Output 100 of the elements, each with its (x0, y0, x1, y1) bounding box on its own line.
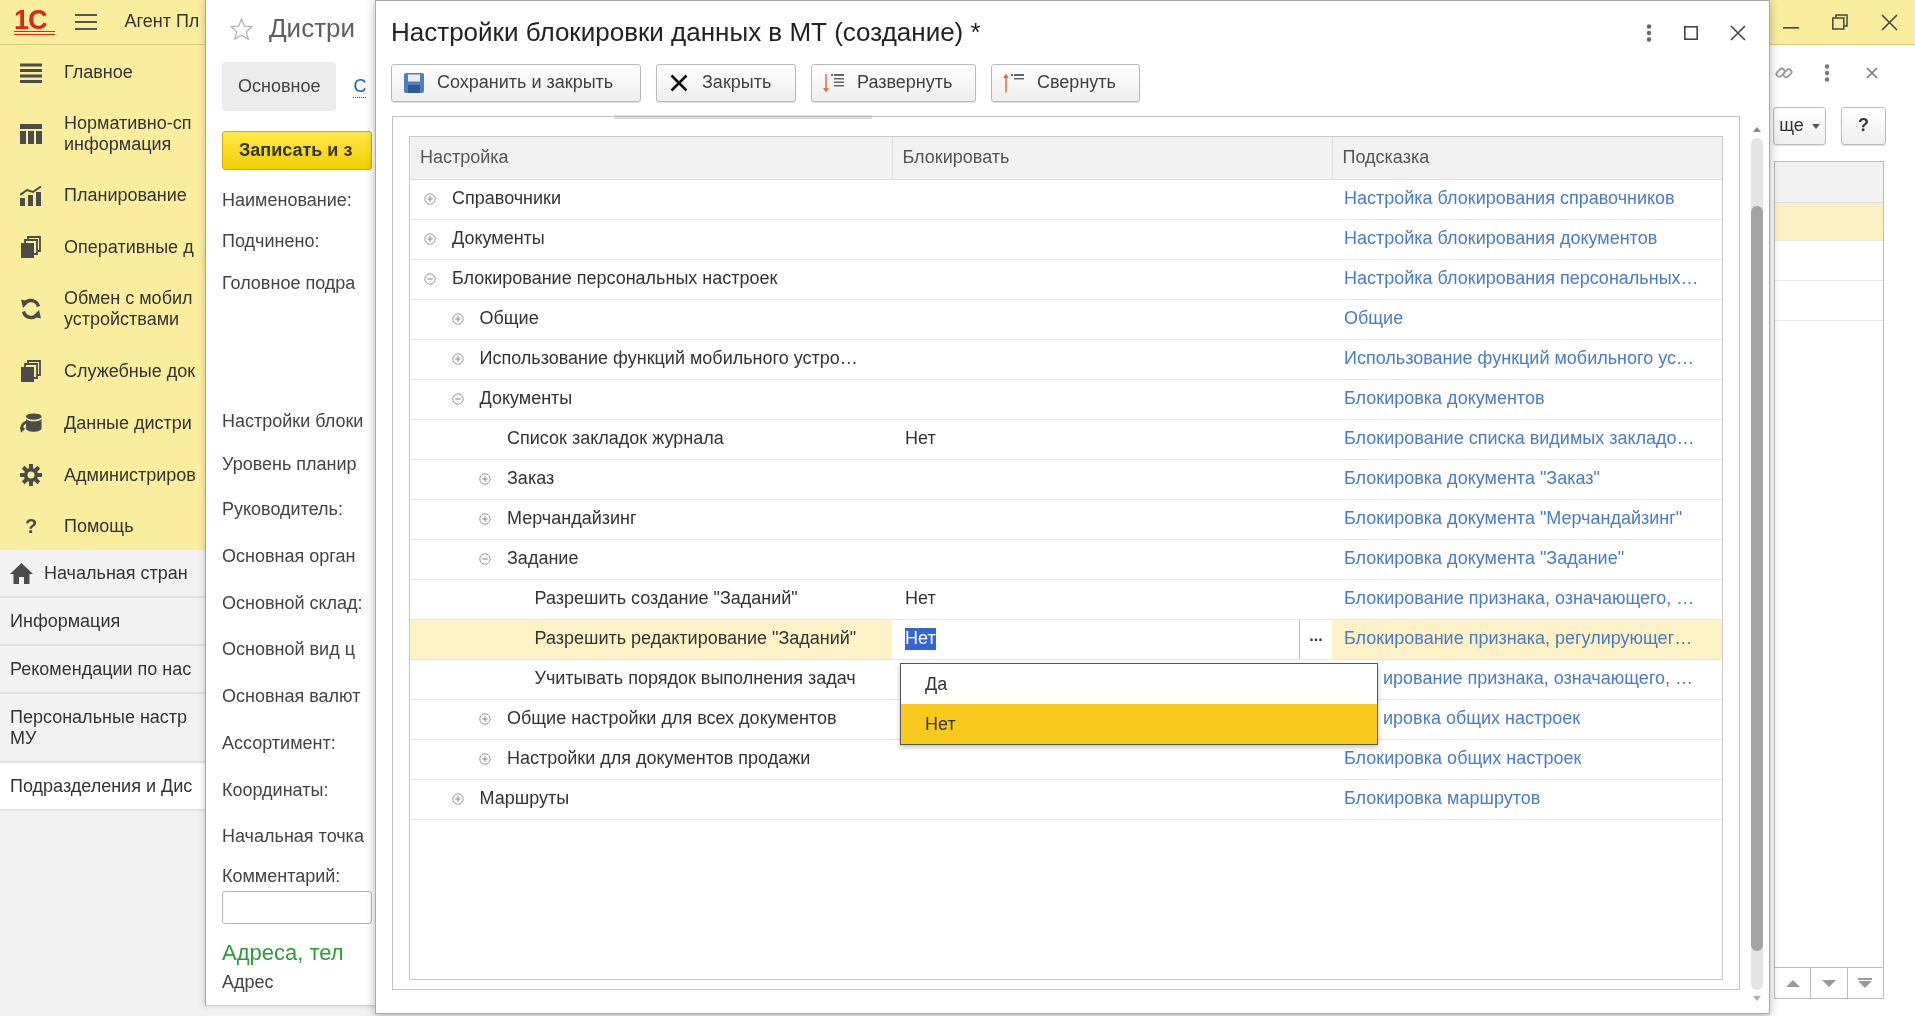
field-label: Подчинено: (222, 230, 320, 253)
hint-text: ировка общих настроек (1383, 708, 1581, 730)
expand-all-button[interactable]: Развернуть (811, 64, 976, 102)
expand-icon[interactable] (424, 193, 436, 205)
close-icon[interactable] (1730, 24, 1746, 41)
setting-cell[interactable]: Общие (410, 299, 892, 339)
field-label: Основная орган (222, 545, 356, 568)
expand-list-icon (823, 73, 845, 93)
star-icon[interactable] (230, 18, 253, 40)
more-options-icon[interactable] (1824, 64, 1830, 82)
help-button[interactable]: ? (1841, 107, 1886, 145)
setting-label: Настройки для документов продажи (507, 748, 811, 770)
setting-label: Мерчандайзинг (507, 508, 637, 530)
hint-text: Блокировка документа "Задание" (1344, 548, 1625, 570)
restore-icon[interactable] (1832, 14, 1848, 30)
refresh-icon (20, 298, 42, 320)
nav-item[interactable]: Главное (0, 47, 205, 98)
dropdown-option[interactable]: Да (901, 664, 1377, 704)
setting-cell[interactable]: Заказ (410, 459, 892, 499)
field-label: Уровень планир (222, 453, 357, 476)
setting-cell[interactable]: Использование функций мобильного устро… (410, 339, 892, 379)
nav-item[interactable]: Оперативные д (0, 221, 205, 273)
tab[interactable]: Основное (222, 61, 337, 111)
setting-cell[interactable]: Учитывать порядок выполнения задач (410, 659, 892, 699)
expand-icon[interactable] (451, 793, 464, 805)
nav-item[interactable]: Администриров (0, 449, 205, 501)
setting-label: Разрешить редактирование "Заданий" (534, 628, 857, 650)
lock-value: Нет (904, 428, 936, 449)
collapse-icon[interactable] (479, 553, 491, 565)
setting-cell[interactable]: Документы (410, 219, 892, 259)
expand-icon[interactable] (479, 473, 491, 485)
setting-cell[interactable]: Блокирование персональных настроек (410, 259, 892, 299)
expand-icon[interactable] (479, 713, 491, 725)
collapse-all-button[interactable]: Свернуть (991, 64, 1140, 102)
nav-item[interactable]: Планирование (0, 170, 205, 221)
expand-icon[interactable] (479, 753, 491, 765)
column-header: Подсказка (1332, 137, 1722, 179)
tab[interactable]: С (353, 74, 367, 98)
setting-cell[interactable]: Разрешить создание "Заданий" (410, 579, 892, 619)
setting-cell[interactable]: Задание (410, 539, 892, 579)
dropdown-option[interactable]: Нет (901, 704, 1377, 744)
setting-cell[interactable]: Общие настройки для всех документов (410, 699, 892, 739)
setting-cell[interactable]: Документы (410, 379, 892, 419)
setting-label: Заказ (507, 468, 555, 490)
nav-item[interactable]: Данные дистри (0, 397, 205, 449)
setting-cell[interactable]: Справочники (410, 179, 892, 219)
setting-cell[interactable]: Маршруты (410, 779, 892, 819)
setting-label: Разрешить создание "Заданий" (534, 588, 798, 610)
setting-label: Справочники (452, 188, 562, 210)
setting-label: Задание (507, 548, 579, 570)
hint-text: Блокировка документа "Заказ" (1344, 468, 1600, 490)
scroll-down-icon[interactable] (1753, 996, 1761, 1001)
hint-text: Блокировка общих настроек (1344, 748, 1582, 770)
list-icon (20, 62, 42, 83)
hint-text: Настройка блокирования документов (1344, 228, 1658, 250)
hint-text: Блокирование списка видимых закладо… (1344, 428, 1695, 450)
more-button[interactable]: ще (1773, 107, 1826, 145)
nav-item[interactable]: ? Помощь (0, 501, 205, 552)
scroll-up-icon[interactable] (1753, 127, 1761, 132)
column-header: Настройка (410, 137, 892, 179)
setting-cell[interactable]: Разрешить редактирование "Заданий" (410, 619, 892, 659)
comment-field[interactable] (222, 891, 372, 924)
field-label: Адрес (222, 971, 274, 994)
setting-cell[interactable]: Мерчандайзинг (410, 499, 892, 539)
setting-cell[interactable]: Список закладок журнала (410, 419, 892, 459)
setting-cell[interactable]: Настройки для документов продажи (410, 739, 892, 779)
nav-item[interactable]: Нормативно-сп информация (0, 98, 205, 170)
save-and-close-button[interactable]: Сохранить и закрыть (391, 64, 641, 102)
question-mark-icon: ? (20, 516, 42, 537)
maximize-icon[interactable] (1684, 25, 1698, 40)
close-icon[interactable] (1881, 13, 1898, 31)
collapse-icon[interactable] (451, 393, 464, 405)
nav-item[interactable]: Обмен с мобил устройствами (0, 273, 205, 345)
lock-value: Нет (904, 588, 936, 609)
hint-text: Блокировка документа "Мерчандайзинг" (1344, 508, 1683, 530)
database-icon (20, 412, 42, 434)
open-window-tab[interactable]: Подразделения и Дис (0, 763, 205, 811)
down-triangle-icon (1821, 977, 1837, 989)
setting-label: Список закладок журнала (507, 428, 724, 450)
hint-text: Настройка блокирования персональных… (1344, 268, 1699, 290)
expand-icon[interactable] (424, 233, 436, 245)
expand-icon[interactable] (451, 313, 464, 325)
nav-item[interactable]: Служебные док (0, 345, 205, 397)
menu-icon[interactable] (74, 14, 97, 30)
expand-icon[interactable] (479, 513, 491, 525)
close-icon (668, 74, 690, 92)
save-button[interactable]: Записать и з (222, 131, 372, 170)
field-label: Руководитель: (222, 498, 343, 521)
app-logo[interactable]: 1С (14, 9, 55, 35)
close-button[interactable]: Закрыть (656, 64, 796, 102)
hint-text: Блокирование признака, означающего, … (1344, 588, 1695, 610)
setting-label: Общие (479, 308, 539, 330)
setting-label: Блокирование персональных настроек (452, 268, 778, 290)
close-icon[interactable] (1866, 67, 1878, 79)
collapse-icon[interactable] (424, 273, 436, 285)
section-title: Адреса, тел (222, 939, 344, 967)
up-triangle-icon (1784, 977, 1801, 989)
expand-icon[interactable] (451, 353, 464, 365)
more-options-icon[interactable] (1646, 23, 1652, 42)
field-label: Комментарий: (222, 865, 341, 888)
